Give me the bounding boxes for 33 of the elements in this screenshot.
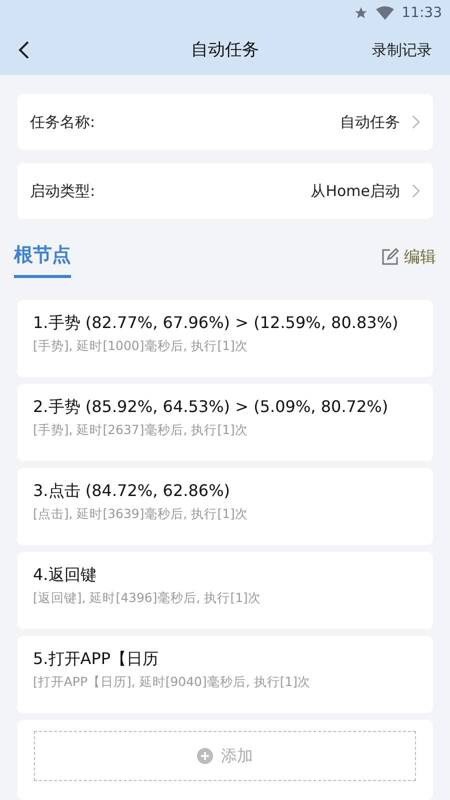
node-card[interactable]: 5.打开APP【日历 [打开APP【日历], 延时[9040]毫秒后, 执行[1]次 <box>17 636 433 713</box>
setting-value: 自动任务 <box>340 112 400 133</box>
status-time: 11:33 <box>402 4 442 22</box>
edit-button[interactable]: 编辑 <box>381 244 436 269</box>
node-detail: [手势], 延时[1000]毫秒后, 执行[1]次 <box>33 337 249 355</box>
setting-label: 任务名称: <box>30 112 96 133</box>
page-title: 自动任务 <box>191 38 259 62</box>
star-icon <box>354 6 368 20</box>
node-card[interactable]: 3.点击 (84.72%, 62.86%) [点击], 延时[3639]毫秒后, 执行[1]次 <box>17 468 433 545</box>
node-detail: [返回键], 延时[4396]毫秒后, 执行[1]次 <box>33 589 262 607</box>
chevron-right-icon <box>412 114 420 129</box>
record-log-button[interactable]: 录制记录 <box>372 39 432 62</box>
node-title: 2.手势 (85.92%, 64.53%) > (5.09%, 80.72%) <box>33 396 390 418</box>
setting-row[interactable]: 任务名称: 自动任务 <box>17 94 433 150</box>
setting-row[interactable]: 启动类型: 从Home启动 <box>17 162 433 219</box>
edit-icon <box>381 248 399 266</box>
back-icon <box>18 40 30 60</box>
setting-value: 从Home启动 <box>310 180 400 202</box>
node-card[interactable]: 4.返回键 [返回键], 延时[4396]毫秒后, 执行[1]次 <box>17 552 433 629</box>
node-card[interactable]: 2.手势 (85.92%, 64.53%) > (5.09%, 80.72%) [手势], 延时[2637]毫秒后, 执行[1]次 <box>17 384 433 461</box>
node-title: 5.打开APP【日历 <box>33 648 160 670</box>
node-title: 4.返回键 <box>33 564 98 586</box>
node-title: 3.点击 (84.72%, 62.86%) <box>33 480 232 502</box>
node-title: 1.手势 (82.77%, 67.96%) > (12.59%, 80.83%) <box>33 312 400 334</box>
chevron-right-icon <box>412 184 420 198</box>
tab[interactable]: 根节点 <box>14 240 71 278</box>
node-card[interactable]: 1.手势 (82.77%, 67.96%) > (12.59%, 80.83%) [手势], 延时[1000]毫秒后, 执行[1]次 <box>17 300 433 377</box>
plus-circle-icon <box>197 748 213 764</box>
wifi-icon <box>376 6 394 20</box>
node-detail: [打开APP【日历], 延时[9040]毫秒后, 执行[1]次 <box>33 673 312 691</box>
node-detail: [手势], 延时[2637]毫秒后, 执行[1]次 <box>33 421 249 439</box>
node-detail: [点击], 延时[3639]毫秒后, 执行[1]次 <box>33 505 249 523</box>
setting-label: 启动类型: <box>30 180 96 202</box>
